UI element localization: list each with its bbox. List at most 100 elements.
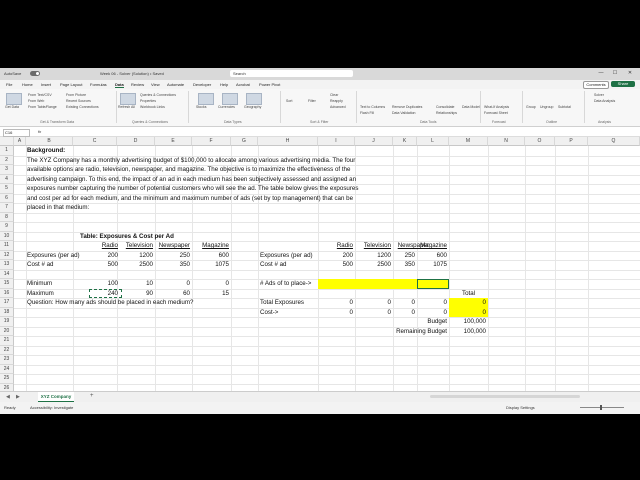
row-header[interactable]: 24 xyxy=(0,364,14,374)
total-exposures-total[interactable]: 0 xyxy=(449,298,486,308)
autosave-toggle[interactable] xyxy=(30,71,40,76)
share-button[interactable]: Share xyxy=(611,81,635,87)
remove-duplicates[interactable]: Remove Duplicates xyxy=(392,105,422,109)
name-box[interactable]: C16 xyxy=(3,129,30,137)
limit-value[interactable]: 0 xyxy=(192,279,229,289)
left-header[interactable]: Radio xyxy=(73,241,118,251)
stocks-icon[interactable] xyxy=(198,93,214,105)
menu-insert[interactable]: Insert xyxy=(41,82,51,87)
fx-icon[interactable]: fx xyxy=(38,129,41,134)
row-header[interactable]: 15 xyxy=(0,279,14,289)
row-header[interactable]: 2 xyxy=(0,155,14,165)
geography[interactable]: Geography xyxy=(244,105,261,109)
menu-help[interactable]: Help xyxy=(220,82,228,87)
right-value[interactable]: 1075 xyxy=(417,260,447,270)
row-header[interactable]: 16 xyxy=(0,288,14,298)
menu-review[interactable]: Review xyxy=(131,82,144,87)
flash-fill[interactable]: Flash Fill xyxy=(360,111,374,115)
row-header[interactable]: 25 xyxy=(0,374,14,384)
row-header[interactable]: 4 xyxy=(0,174,14,184)
menu-home[interactable]: Home xyxy=(22,82,33,87)
relationships[interactable]: Relationships xyxy=(436,111,457,115)
row-header[interactable]: 20 xyxy=(0,326,14,336)
right-value[interactable]: 1200 xyxy=(355,251,391,261)
left-value[interactable]: 500 xyxy=(73,260,118,270)
row-header[interactable]: 9 xyxy=(0,222,14,232)
ads-to-place-label[interactable]: # Ads of to place-> xyxy=(260,279,311,289)
row-header[interactable]: 13 xyxy=(0,260,14,270)
zoom-slider-thumb[interactable] xyxy=(600,405,602,410)
limit-value[interactable]: 0 xyxy=(155,279,190,289)
menu-acrobat[interactable]: Acrobat xyxy=(236,82,250,87)
limit-value[interactable]: 100 xyxy=(73,279,118,289)
left-table-title[interactable]: Table: Exposures & Cost per Ad xyxy=(80,232,174,242)
right-header[interactable]: Magazine xyxy=(417,241,447,251)
cost-value[interactable]: 0 xyxy=(355,308,391,318)
forecast-sheet[interactable]: Forecast Sheet xyxy=(484,111,508,115)
column-header[interactable]: K xyxy=(393,137,417,146)
subtotal-button[interactable]: Subtotal xyxy=(558,105,571,109)
right-header[interactable]: Television xyxy=(355,241,391,251)
left-value[interactable]: 350 xyxy=(155,260,190,270)
text-to-columns[interactable]: Text to Columns xyxy=(360,105,385,109)
cost-value[interactable]: 0 xyxy=(417,308,447,318)
column-header[interactable]: L xyxy=(417,137,449,146)
cost-value[interactable]: 0 xyxy=(393,308,415,318)
row-header[interactable]: 14 xyxy=(0,269,14,279)
row-header[interactable]: 11 xyxy=(0,241,14,251)
budget-label[interactable]: Budget xyxy=(393,317,447,327)
scroll-left-icon[interactable]: ◀ xyxy=(6,394,10,400)
data-analysis-button[interactable]: Data Analysis xyxy=(594,99,615,103)
search-box[interactable]: Search xyxy=(230,70,353,77)
row-header[interactable]: 19 xyxy=(0,317,14,327)
left-value[interactable]: 250 xyxy=(155,251,190,261)
column-header[interactable]: H xyxy=(258,137,318,146)
left-row-label[interactable]: Cost # ad xyxy=(27,260,53,270)
right-value[interactable]: 500 xyxy=(318,260,353,270)
from-picture[interactable]: From Picture xyxy=(66,93,86,97)
consolidate[interactable]: Consolidate xyxy=(436,105,454,109)
currencies[interactable]: Currencies xyxy=(218,105,235,109)
column-header[interactable]: A xyxy=(14,137,26,146)
cost-label[interactable]: Cost-> xyxy=(260,308,278,318)
limit-row-label[interactable]: Minimum xyxy=(27,279,52,289)
limit-value[interactable]: 60 xyxy=(155,289,190,299)
menu-page-layout[interactable]: Page Layout xyxy=(60,82,82,87)
row-header[interactable]: 22 xyxy=(0,345,14,355)
column-header[interactable]: O xyxy=(525,137,555,146)
queries-connections[interactable]: Queries & Connections xyxy=(140,93,176,97)
existing-connections[interactable]: Existing Connections xyxy=(66,105,99,109)
total-exposures-value[interactable]: 0 xyxy=(318,298,353,308)
remaining-budget-value[interactable]: 100,000 xyxy=(449,327,486,337)
currencies-icon[interactable] xyxy=(222,93,238,105)
right-header[interactable]: Radio xyxy=(318,241,353,251)
background-text-line[interactable]: exposures number capturing the number of… xyxy=(27,184,358,194)
comments-button[interactable]: Comments xyxy=(583,81,609,89)
cost-total[interactable]: 0 xyxy=(449,308,486,318)
left-header[interactable]: Television xyxy=(117,241,153,251)
row-header[interactable]: 18 xyxy=(0,307,14,317)
column-header[interactable]: F xyxy=(192,137,231,146)
limit-value[interactable]: 10 xyxy=(117,279,153,289)
ungroup-button[interactable]: Ungroup xyxy=(540,105,553,109)
menu-data[interactable]: Data xyxy=(115,82,124,88)
display-settings[interactable]: Display Settings xyxy=(506,405,535,410)
geography-icon[interactable] xyxy=(246,93,262,105)
menu-view[interactable]: View xyxy=(151,82,160,87)
background-text-line[interactable]: available options are radio, television,… xyxy=(27,165,350,175)
what-if-analysis[interactable]: What-If Analysis xyxy=(484,105,509,109)
left-header[interactable]: Newspaper xyxy=(155,241,190,251)
total-exposures-value[interactable]: 0 xyxy=(393,298,415,308)
solver-button[interactable]: Solver xyxy=(594,93,604,97)
column-header[interactable]: M xyxy=(449,137,488,146)
zoom-slider[interactable] xyxy=(580,407,624,408)
maximize-button[interactable]: ☐ xyxy=(610,70,620,78)
right-value[interactable]: 350 xyxy=(393,260,415,270)
column-header[interactable]: N xyxy=(488,137,525,146)
data-model[interactable]: Data Model xyxy=(462,105,480,109)
horizontal-scrollbar[interactable] xyxy=(430,395,580,398)
accessibility-status[interactable]: Accessibility: Investigate xyxy=(30,405,73,410)
select-all-corner[interactable] xyxy=(0,137,14,146)
menu-formulas[interactable]: Formulas xyxy=(90,82,107,87)
workbook-links[interactable]: Workbook Links xyxy=(140,105,165,109)
